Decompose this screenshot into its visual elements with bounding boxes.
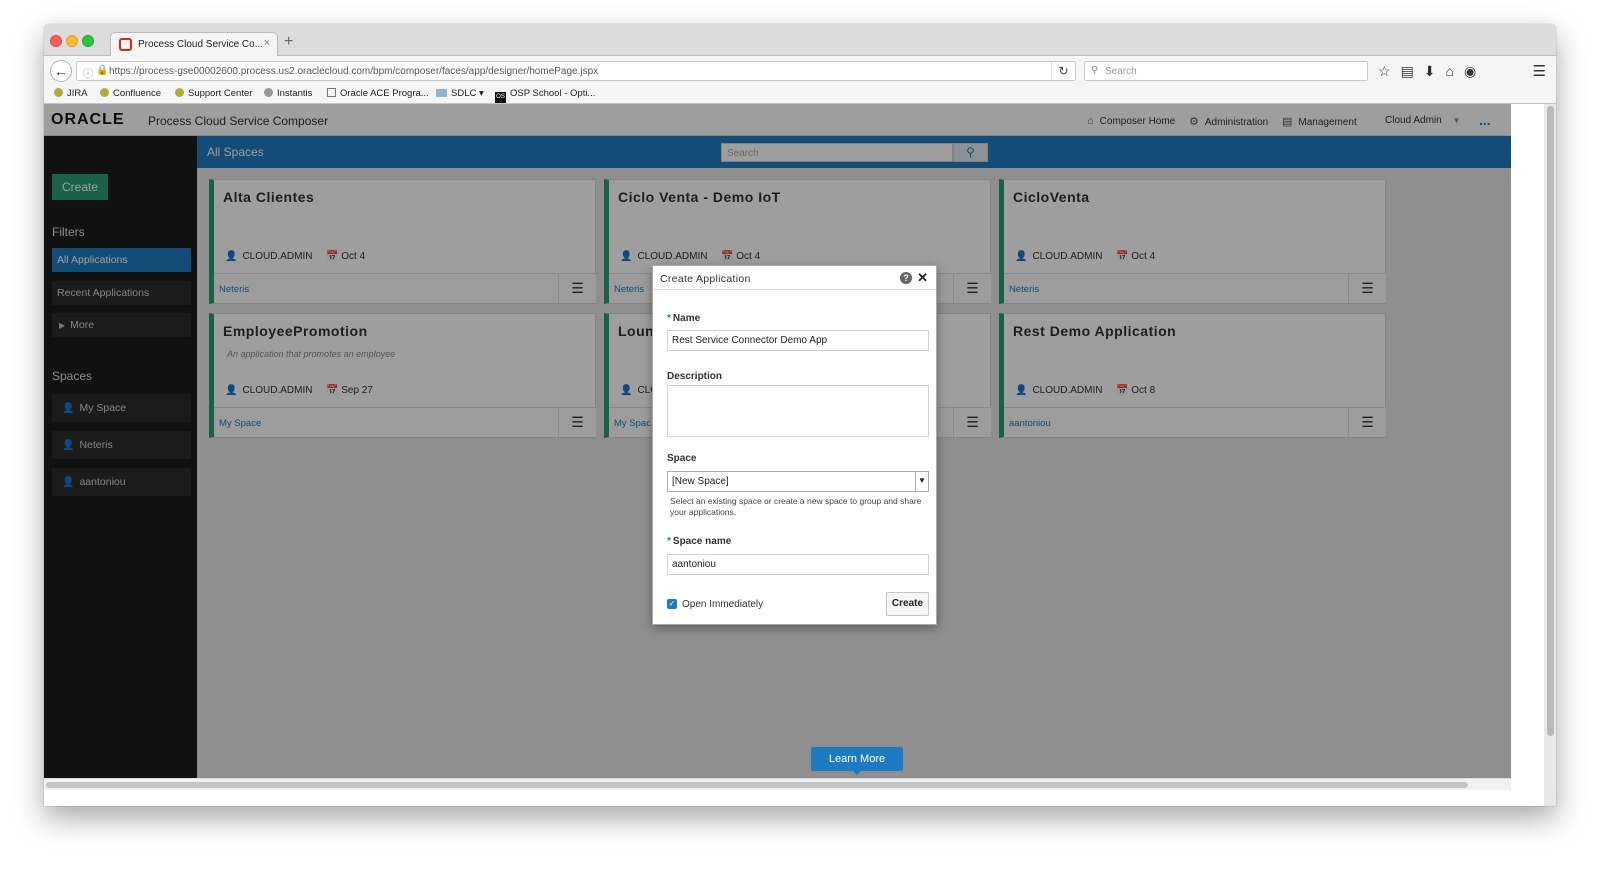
minimize-window-button[interactable] [66, 35, 78, 47]
pocket-icon[interactable]: ◉ [1464, 63, 1486, 79]
dialog-title: Create Application [660, 273, 751, 285]
name-label: * Name [667, 313, 701, 324]
chevron-down-icon[interactable]: ▼ [915, 472, 928, 491]
app-content: ORACLE Process Cloud Service Composer ⌂ C… [44, 104, 1556, 806]
bookmark-support-center[interactable]: Support Center [175, 88, 252, 99]
description-label: Description [667, 371, 723, 382]
bookmarks-bar: JIRA Confluence Support Center Instantis… [44, 86, 1556, 104]
bookmark-instantis[interactable]: Instantis [264, 88, 312, 99]
tab-close-icon[interactable]: × [264, 37, 270, 49]
dialog-create-button[interactable]: Create [886, 592, 929, 616]
maximize-window-button[interactable] [82, 35, 94, 47]
name-input[interactable]: Rest Service Connector Demo App [667, 330, 929, 351]
dialog-header: Create Application ? ✕ [653, 266, 936, 290]
tab-strip: Process Cloud Service Co... × + [44, 24, 1556, 57]
new-tab-button[interactable]: + [284, 33, 293, 51]
url-bar[interactable]: ⓘ 🔒 https://process-gse00002600.process.… [76, 61, 1076, 81]
tab-title: Process Cloud Service Co... [138, 39, 264, 50]
lock-icon: 🔒 [96, 65, 109, 76]
back-button[interactable]: ← [50, 60, 72, 82]
nav-toolbar: ← ⓘ 🔒 https://process-gse00002600.proces… [44, 56, 1556, 86]
browser-window: Process Cloud Service Co... × + ← ⓘ 🔒 ht… [44, 24, 1556, 806]
description-textarea[interactable] [667, 385, 929, 437]
close-icon[interactable]: ✕ [917, 270, 928, 286]
bookmark-jira[interactable]: JIRA [54, 88, 88, 99]
required-marker: * [667, 313, 671, 324]
open-immediately-label[interactable]: Open Immediately [682, 599, 763, 610]
learn-more-button[interactable]: Learn More [811, 747, 903, 771]
required-marker: * [667, 536, 671, 547]
reading-list-icon[interactable]: ▤ [1401, 63, 1424, 79]
space-label: Space [667, 453, 697, 464]
info-icon[interactable]: ⓘ [83, 65, 93, 80]
browser-search-placeholder: Search [1105, 66, 1137, 77]
browser-tab[interactable]: Process Cloud Service Co... × [110, 32, 278, 57]
browser-search-input[interactable]: ⚲ Search [1084, 61, 1368, 81]
horizontal-scrollbar[interactable] [44, 778, 1511, 790]
open-immediately-checkbox[interactable]: ✓ [667, 599, 677, 609]
help-icon[interactable]: ? [900, 272, 912, 284]
url-text[interactable]: https://process-gse00002600.process.us2.… [109, 66, 598, 77]
space-select[interactable]: [New Space] ▼ [667, 471, 929, 492]
scroll-thumb[interactable] [46, 782, 1468, 788]
download-icon[interactable]: ⬇ [1424, 63, 1446, 79]
home-icon[interactable]: ⌂ [1446, 63, 1464, 79]
oracle-favicon-icon [119, 38, 132, 51]
vertical-scrollbar[interactable] [1544, 104, 1556, 806]
bookmark-star-icon[interactable]: ☆ [1378, 63, 1401, 79]
toolbar-icons: ☆▤⬇⌂◉ [1378, 63, 1486, 80]
space-name-input[interactable]: aantoniou [667, 554, 929, 575]
scroll-thumb[interactable] [1547, 106, 1554, 736]
close-window-button[interactable] [50, 35, 62, 47]
create-application-dialog: Create Application ? ✕ * Name Rest Servic… [652, 265, 937, 625]
hamburger-menu-icon[interactable]: ☰ [1533, 62, 1546, 80]
space-help-text: Select an existing space or create a new… [670, 496, 922, 517]
learn-more-caret-icon [852, 770, 862, 775]
bookmark-osp-school[interactable]: OS OSP School - Opti... [495, 88, 595, 103]
space-name-label: * Space name [667, 536, 732, 547]
space-select-value: [New Space] [672, 476, 729, 487]
search-icon: ⚲ [1091, 65, 1099, 76]
bookmark-confluence[interactable]: Confluence [100, 88, 161, 99]
reload-icon[interactable]: ↻ [1051, 62, 1075, 80]
bookmark-oracle-ace[interactable]: Oracle ACE Progra... [327, 88, 429, 99]
bookmark-sdlc-folder[interactable]: SDLC ▾ [436, 88, 484, 99]
